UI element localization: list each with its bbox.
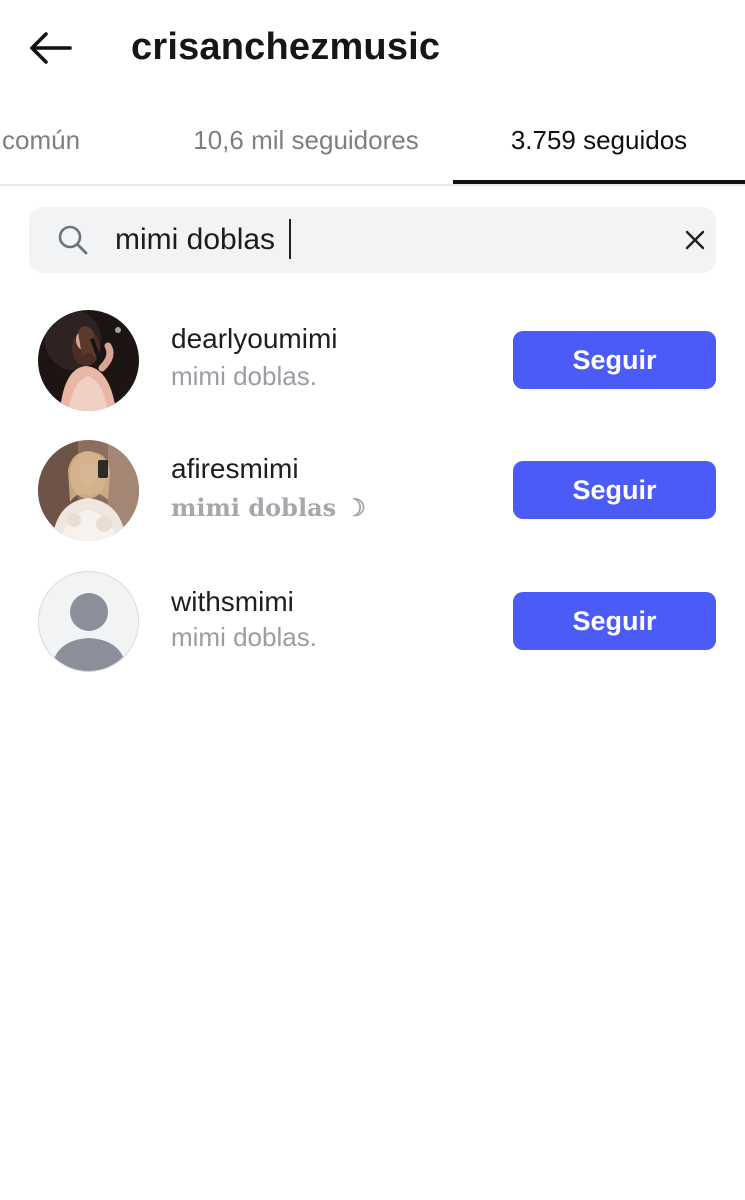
username: dearlyoumimi	[171, 323, 338, 354]
avatar-photo	[38, 440, 139, 541]
search-input[interactable]	[115, 215, 655, 265]
avatar-photo	[38, 310, 139, 411]
display-name: mimi doblas.	[171, 622, 317, 652]
display-name: mimi doblas ☽	[171, 493, 366, 522]
back-button[interactable]	[22, 24, 78, 72]
header: crisanchezmusic	[0, 0, 745, 96]
avatar[interactable]	[38, 440, 139, 541]
following-screen: crisanchezmusic común 10,6 mil seguidore…	[0, 0, 745, 1200]
active-tab-indicator	[453, 180, 745, 184]
page-title: crisanchezmusic	[131, 26, 441, 68]
list-item[interactable]: dearlyoumimi mimi doblas. Seguir	[0, 300, 745, 420]
text-cursor	[289, 219, 291, 259]
arrow-left-icon	[30, 32, 72, 64]
avatar[interactable]	[38, 310, 139, 411]
username: withsmimi	[171, 586, 294, 617]
avatar[interactable]	[38, 571, 139, 672]
tab-followers[interactable]: 10,6 mil seguidores	[170, 96, 442, 184]
follow-button[interactable]: Seguir	[513, 331, 716, 389]
tab-following[interactable]: 3.759 seguidos	[453, 96, 745, 184]
follow-button[interactable]: Seguir	[513, 592, 716, 650]
default-person-icon	[39, 572, 138, 671]
list-item[interactable]: withsmimi mimi doblas. Seguir	[0, 561, 745, 681]
search-icon	[58, 225, 88, 255]
list-item[interactable]: afiresmimi mimi doblas ☽ Seguir	[0, 430, 745, 550]
username: afiresmimi	[171, 453, 299, 484]
display-name: mimi doblas.	[171, 361, 317, 391]
close-icon[interactable]	[682, 227, 708, 253]
tab-bar: común 10,6 mil seguidores 3.759 seguidos	[0, 96, 745, 186]
follow-button[interactable]: Seguir	[513, 461, 716, 519]
tab-common[interactable]: común	[0, 96, 106, 184]
search-bar	[29, 207, 716, 273]
